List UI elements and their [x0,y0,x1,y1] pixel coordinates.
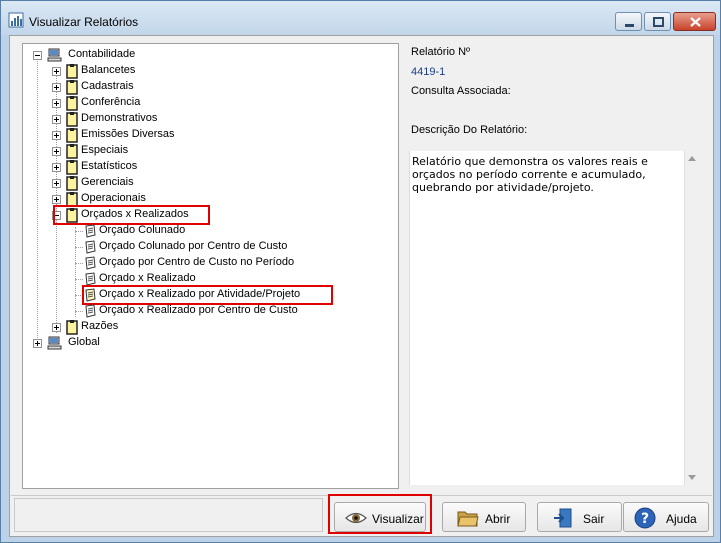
clipboard-icon [66,112,78,127]
report-document-icon [85,304,96,318]
highlight-box [328,494,432,534]
abrir-label: Abrir [485,512,511,526]
tree-node-report[interactable]: Orçado Colunado [75,223,380,239]
tree-node-category[interactable]: Emissões Diversas [50,127,250,143]
tree-node-label: Emissões Diversas [81,128,175,140]
expand-toggle[interactable] [52,147,61,156]
tree-node-label: Cadastrais [81,80,134,92]
expand-toggle[interactable] [52,131,61,140]
tree-line [37,59,38,342]
tree-node-label: Conferência [81,96,141,108]
clipboard-icon [66,144,78,159]
clipboard-icon [66,320,78,335]
expand-toggle[interactable] [52,163,61,172]
minimize-button[interactable] [615,12,642,31]
description-label: Descrição Do Relatório: [411,124,528,136]
svg-text:?: ? [641,511,649,527]
clipboard-icon [66,80,78,95]
tree-node-label: Gerenciais [81,176,134,188]
close-button[interactable] [673,12,716,31]
status-area [14,498,323,532]
tree-node-label: Contabilidade [68,48,136,60]
tree-node-report[interactable]: Orçado por Centro de Custo no Período [75,255,380,271]
report-document-icon [85,256,96,270]
computer-icon [47,336,62,350]
expand-toggle[interactable] [52,195,61,204]
tree-node-label: Especiais [81,144,129,156]
report-number-label: Relatório Nº [411,46,471,58]
report-viewer-window: Visualizar Relatórios Contabilidade Bala… [0,0,721,543]
scroll-up-icon[interactable] [688,156,696,161]
expand-toggle[interactable] [52,83,61,92]
tree-node-label: Orçado Colunado por Centro de Custo [99,240,288,252]
minimize-icon [625,24,634,27]
tree-node-label: Operacionais [81,192,146,204]
tree-node-label: Estatísticos [81,160,138,172]
tree-node-label: Razões [81,320,119,332]
client-area: Contabilidade Balancetes Cadastrais Conf… [9,35,714,537]
vertical-scrollbar[interactable] [684,151,699,485]
tree-node-category[interactable]: Razões [50,319,250,335]
expand-toggle[interactable] [52,67,61,76]
collapse-toggle[interactable] [33,51,42,60]
help-icon: ? [634,507,656,529]
tree-node-label: Orçado Colunado [99,224,186,236]
tree-node-label: Orçado x Realizado por Centro de Custo [99,304,298,316]
description-textbox[interactable]: Relatório que demonstra os valores reais… [409,151,699,485]
folder-icon [457,511,479,527]
abrir-button[interactable]: Abrir [442,502,526,532]
tree-node-category[interactable]: Demonstrativos [50,111,250,127]
title-bar: Visualizar Relatórios [1,1,720,35]
tree-node-label: Global [68,336,100,348]
tree-node-category[interactable]: Conferência [50,95,250,111]
report-tree[interactable]: Contabilidade Balancetes Cadastrais Conf… [22,43,399,489]
highlight-box [53,205,210,225]
ajuda-button[interactable]: ? Ajuda [623,502,709,532]
scroll-down-icon[interactable] [688,475,696,480]
clipboard-icon [66,64,78,79]
clipboard-icon [66,160,78,175]
sair-label: Sair [583,512,605,526]
tree-node-category[interactable]: Balancetes [50,63,250,79]
exit-door-icon [554,508,572,528]
sair-button[interactable]: Sair [537,502,622,532]
tree-node-label: Demonstrativos [81,112,158,124]
report-document-icon [85,224,96,238]
tree-node-label: Orçado x Realizado [99,272,196,284]
close-icon [690,17,701,27]
tree-node-report[interactable]: Orçado Colunado por Centro de Custo [75,239,380,255]
expand-toggle[interactable] [52,323,61,332]
maximize-icon [653,17,664,27]
tree-node-category[interactable]: Cadastrais [50,79,250,95]
tree-node-report[interactable]: Orçado x Realizado por Centro de Custo [75,303,380,319]
tree-node-global[interactable]: Global [31,335,231,351]
tree-line [75,227,76,317]
app-icon [8,12,24,28]
computer-icon [47,48,62,62]
ajuda-label: Ajuda [666,512,697,526]
query-label: Consulta Associada: [411,85,511,97]
clipboard-icon [66,176,78,191]
window-title: Visualizar Relatórios [29,15,139,29]
maximize-button[interactable] [644,12,671,31]
tree-node-label: Orçado por Centro de Custo no Período [99,256,295,268]
tree-node-contabilidade[interactable]: Contabilidade [31,47,231,63]
expand-toggle[interactable] [52,99,61,108]
tree-node-label: Balancetes [81,64,136,76]
report-number-value: 4419-1 [411,66,446,78]
report-document-icon [85,240,96,254]
expand-toggle[interactable] [52,179,61,188]
clipboard-icon [66,128,78,143]
description-text: Relatório que demonstra os valores reais… [412,155,648,194]
tree-node-category[interactable]: Especiais [50,143,250,159]
expand-toggle[interactable] [52,115,61,124]
clipboard-icon [66,96,78,111]
tree-node-category[interactable]: Estatísticos [50,159,250,175]
expand-toggle[interactable] [33,339,42,348]
highlight-box [82,285,333,305]
report-info-panel: Relatório Nº 4419-1 Consulta Associada: … [403,43,709,489]
tree-node-category[interactable]: Gerenciais [50,175,250,191]
